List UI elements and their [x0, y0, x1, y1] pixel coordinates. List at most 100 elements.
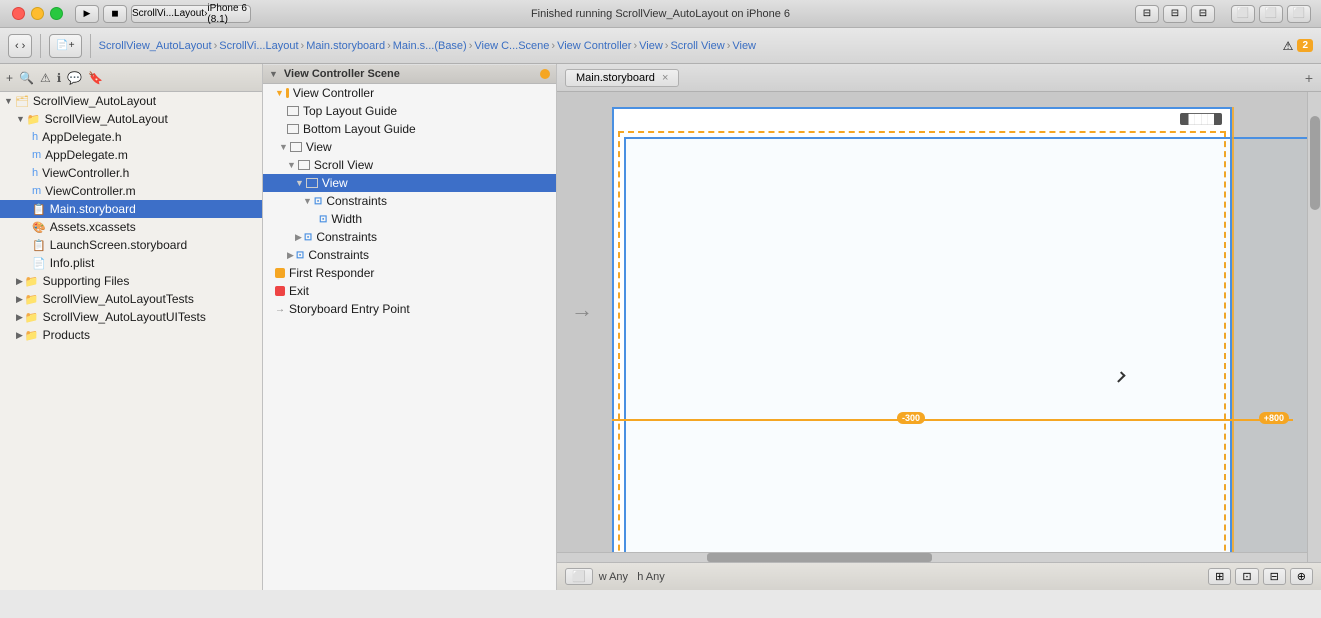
project-icon: 🗂	[15, 95, 29, 108]
breadcrumb-item-4[interactable]: View C...Scene	[474, 40, 549, 52]
status-h: h Any	[637, 571, 665, 583]
nav-info-button[interactable]: ℹ	[57, 71, 62, 85]
close-button[interactable]	[12, 7, 25, 20]
view-version[interactable]: ⬜	[1287, 5, 1311, 23]
canvas-tab-bar: Main.storyboard × +	[557, 64, 1321, 92]
outline-top-layout-guide[interactable]: Top Layout Guide	[263, 102, 556, 120]
outline-item-label: Storyboard Entry Point	[289, 302, 410, 316]
outline-exit[interactable]: Exit	[263, 282, 556, 300]
outline-bottom-layout-guide[interactable]: Bottom Layout Guide	[263, 120, 556, 138]
nav-item-label: ViewController.m	[45, 184, 135, 198]
outline-item-label: Exit	[289, 284, 309, 298]
back-forward[interactable]: ‹ ›	[8, 34, 32, 58]
group-icon: 📁	[25, 329, 39, 342]
nav-warning-button[interactable]: ⚠	[40, 71, 51, 85]
nav-item-tests[interactable]: ▶ 📁 ScrollView_AutoLayoutTests	[0, 290, 262, 308]
nav-item-viewcontroller-h[interactable]: h ViewController.h	[0, 164, 262, 182]
canvas-btn-constraint[interactable]: ⊕	[1290, 568, 1313, 585]
breadcrumb-item-3[interactable]: Main.s...(Base)	[393, 40, 467, 52]
view-controller-box[interactable]: ████	[612, 107, 1232, 562]
nav-add-button[interactable]: +	[6, 71, 13, 85]
canvas-btn-zoom[interactable]: ⊞	[1208, 568, 1231, 585]
xcassets-icon: 🎨	[32, 221, 46, 234]
nav-item-label: Products	[43, 328, 90, 342]
horizontal-scrollbar[interactable]	[557, 552, 1307, 562]
canvas-tab-add[interactable]: +	[1305, 70, 1313, 86]
nav-item-appdelegate-h[interactable]: h AppDelegate.h	[0, 128, 262, 146]
breadcrumb-item-2[interactable]: Main.storyboard	[306, 40, 385, 52]
sidebar-toggle-left[interactable]: ⊟	[1135, 5, 1159, 23]
outline-view-controller[interactable]: ▼ View Controller	[263, 84, 556, 102]
outline-width[interactable]: ⊡ Width	[263, 210, 556, 228]
nav-item-products[interactable]: ▶ 📁 Products	[0, 326, 262, 344]
expand-arrow: ▼	[16, 114, 25, 124]
storyboard-canvas[interactable]: → ████ -300 +800	[557, 92, 1307, 562]
canvas-btn-layout[interactable]: ⊟	[1263, 568, 1286, 585]
sidebar-toggle-bottom[interactable]: ⊟	[1163, 5, 1187, 23]
canvas-status-bar: ⬜ w Any h Any ⊞ ⊡ ⊟ ⊕	[557, 562, 1321, 590]
file-navigator: + 🔍 ⚠ ℹ 💬 🔖 ▼ 🗂 ScrollView_AutoLayout ▼ …	[0, 64, 263, 590]
expand-arrow: ▼	[279, 142, 288, 152]
canvas-btn-fit[interactable]: ⊡	[1235, 568, 1258, 585]
add-file-button[interactable]: 📄+	[49, 34, 81, 58]
breadcrumb-item-8[interactable]: View	[732, 40, 756, 52]
stop-button[interactable]: ◼	[103, 5, 127, 23]
file-icon: m	[32, 185, 41, 197]
canvas-area: Main.storyboard × + → ████	[557, 64, 1321, 590]
play-button[interactable]: ▶	[75, 5, 99, 23]
nav-filter-button[interactable]: 🔍	[19, 71, 34, 85]
outline-first-responder[interactable]: First Responder	[263, 264, 556, 282]
outline-constraints-2[interactable]: ▶ ⊡ Constraints	[263, 228, 556, 246]
breadcrumb-item-6[interactable]: View	[639, 40, 663, 52]
scroll-view-box[interactable]	[618, 131, 1226, 562]
breadcrumb-item-5[interactable]: View Controller	[557, 40, 631, 52]
nav-item-xcassets[interactable]: 🎨 Assets.xcassets	[0, 218, 262, 236]
minimize-button[interactable]	[31, 7, 44, 20]
warning-count[interactable]: 2	[1297, 39, 1313, 52]
outline-entry-point[interactable]: → Storyboard Entry Point	[263, 300, 556, 318]
close-tab-icon[interactable]: ×	[662, 72, 668, 84]
nav-item-infoplist[interactable]: 📄 Info.plist	[0, 254, 262, 272]
outline-view-root[interactable]: ▼ View	[263, 138, 556, 156]
view-standard[interactable]: ⬜	[1231, 5, 1255, 23]
nav-item-group-main[interactable]: ▼ 📁 ScrollView_AutoLayout	[0, 110, 262, 128]
sidebar-toggle-right[interactable]: ⊟	[1191, 5, 1215, 23]
nav-item-viewcontroller-m[interactable]: m ViewController.m	[0, 182, 262, 200]
warning-icon: ⚠	[1283, 39, 1294, 53]
vertical-scroll-thumb[interactable]	[1310, 116, 1320, 210]
nav-item-project[interactable]: ▼ 🗂 ScrollView_AutoLayout	[0, 92, 262, 110]
breadcrumb-item-0[interactable]: ScrollView_AutoLayout	[99, 40, 212, 52]
horizontal-scroll-thumb[interactable]	[707, 553, 932, 562]
expand-arrow: ▶	[16, 330, 23, 341]
nav-item-label: Main.storyboard	[50, 202, 136, 216]
outline-item-label: Constraints	[326, 194, 387, 208]
outline-inner-view[interactable]: ▼ View	[263, 174, 556, 192]
canvas-tab-main[interactable]: Main.storyboard ×	[565, 69, 679, 87]
group-icon: 📁	[25, 275, 39, 288]
vertical-scrollbar[interactable]	[1307, 92, 1321, 562]
inner-view-box[interactable]	[624, 137, 1307, 562]
view-assistant[interactable]: ⬜	[1259, 5, 1283, 23]
nav-bookmark-button[interactable]: 🔖	[88, 71, 103, 85]
nav-item-appdelegate-m[interactable]: m AppDelegate.m	[0, 146, 262, 164]
device-name: iPhone 6 (8.1)	[207, 3, 250, 25]
outline-constraints-3[interactable]: ▶ ⊡ Constraints	[263, 246, 556, 264]
outline-constraints-1[interactable]: ▼ ⊡ Constraints	[263, 192, 556, 210]
nav-item-supporting[interactable]: ▶ 📁 Supporting Files	[0, 272, 262, 290]
expand-arrow: ▼	[295, 178, 304, 188]
canvas-btn-scene[interactable]: ⬜	[565, 568, 593, 585]
nav-item-launchscreen[interactable]: 📋 LaunchScreen.storyboard	[0, 236, 262, 254]
maximize-button[interactable]	[50, 7, 63, 20]
outline-item-label: Width	[331, 212, 362, 226]
toolbar-right: ⚠ 2	[1283, 39, 1313, 53]
separator-1	[40, 34, 41, 58]
scheme-selector[interactable]: ScrollVi...Layout › iPhone 6 (8.1)	[131, 5, 251, 23]
breadcrumb-item-7[interactable]: Scroll View	[670, 40, 724, 52]
status-w: w Any	[599, 571, 628, 583]
outline-scroll-view[interactable]: ▼ Scroll View	[263, 156, 556, 174]
nav-item-uitests[interactable]: ▶ 📁 ScrollView_AutoLayoutUITests	[0, 308, 262, 326]
nav-item-main-storyboard[interactable]: 📋 Main.storyboard	[0, 200, 262, 218]
entry-arrow: →	[571, 297, 593, 323]
nav-comment-button[interactable]: 💬	[67, 71, 82, 85]
breadcrumb-item-1[interactable]: ScrollVi...Layout	[219, 40, 298, 52]
